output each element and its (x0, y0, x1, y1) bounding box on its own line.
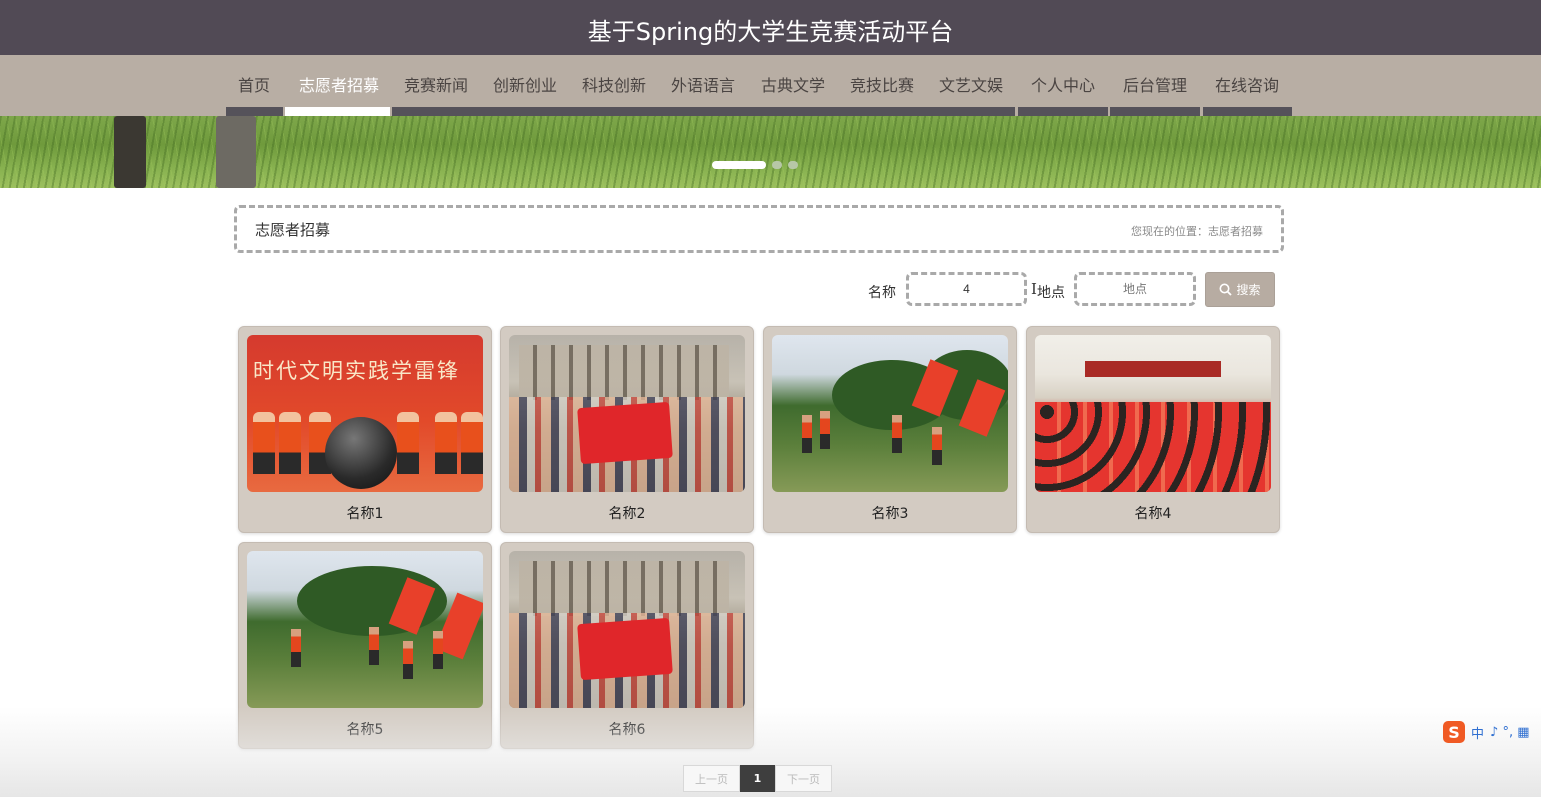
recruit-card[interactable]: 名称2 (500, 326, 754, 533)
site-header: 基于Spring的大学生竞赛活动平台 (0, 0, 1541, 55)
pagination: 上一页 1 下一页 (683, 765, 832, 792)
nav-underline (1203, 107, 1292, 116)
card-caption[interactable]: 名称4 (1027, 503, 1279, 523)
card-caption[interactable]: 名称6 (501, 719, 753, 739)
nav-underline-active (285, 107, 390, 116)
card-caption[interactable]: 名称2 (501, 503, 753, 523)
nav-item-home[interactable]: 首页 (238, 72, 270, 95)
section-title: 志愿者招募 (255, 221, 331, 239)
banner-tree (216, 116, 256, 188)
search-icon (1219, 283, 1233, 296)
recruit-card[interactable]: 名称6 (500, 542, 754, 749)
volunteer-group-photo[interactable] (509, 335, 745, 492)
volunteer-hall-meeting-photo[interactable] (1035, 335, 1271, 492)
volunteer-park-cleanup-photo[interactable] (247, 551, 483, 708)
carousel-dot[interactable] (772, 161, 782, 169)
recruit-card[interactable]: 时代文明实践学雷锋 名称1 (238, 326, 492, 533)
carousel-indicators (712, 161, 798, 169)
volunteer-group-photo[interactable] (509, 551, 745, 708)
recruit-card[interactable]: 名称4 (1026, 326, 1280, 533)
site-title: 基于Spring的大学生竞赛活动平台 (587, 18, 954, 46)
nav-item-contest[interactable]: 竞技比赛 (850, 72, 914, 95)
ime-toolbar[interactable]: S 中 ♪ °, ▦ (1443, 720, 1530, 744)
location-search-input[interactable] (1074, 272, 1196, 306)
nav-item-literature[interactable]: 古典文学 (761, 72, 825, 95)
recruit-card[interactable]: 名称3 (763, 326, 1017, 533)
sogou-logo-icon: S (1443, 721, 1465, 743)
section-header: 志愿者招募 您现在的位置：志愿者招募 (234, 205, 1284, 253)
nav-underline (1110, 107, 1200, 116)
carousel-dot[interactable] (788, 161, 798, 169)
carousel-dot[interactable] (712, 161, 766, 169)
breadcrumb: 您现在的位置：志愿者招募 (1131, 225, 1263, 238)
next-page-button[interactable]: 下一页 (775, 765, 832, 792)
nav-item-language[interactable]: 外语语言 (671, 72, 735, 95)
volunteer-ceremony-photo[interactable]: 时代文明实践学雷锋 (247, 335, 483, 492)
volunteer-park-cleanup-photo[interactable] (772, 335, 1008, 492)
recruit-card[interactable]: 名称5 (238, 542, 492, 749)
nav-underline (392, 107, 1015, 116)
name-search-input[interactable] (906, 272, 1027, 306)
nav-underline (226, 107, 283, 116)
card-caption[interactable]: 名称5 (239, 719, 491, 739)
nav-item-tech[interactable]: 科技创新 (582, 72, 646, 95)
banner-carousel[interactable] (0, 116, 1541, 188)
card-caption[interactable]: 名称1 (239, 503, 491, 523)
nav-underline (1018, 107, 1108, 116)
page-number-button[interactable]: 1 (740, 765, 775, 792)
nav-item-competition-news[interactable]: 竞赛新闻 (404, 72, 468, 95)
nav-item-consult[interactable]: 在线咨询 (1215, 72, 1279, 95)
nav-item-admin[interactable]: 后台管理 (1123, 72, 1187, 95)
nav-item-arts[interactable]: 文艺文娱 (939, 72, 1003, 95)
prev-page-button[interactable]: 上一页 (683, 765, 740, 792)
search-button-label: 搜索 (1236, 283, 1261, 297)
nav-item-user-center[interactable]: 个人中心 (1031, 72, 1095, 95)
nav-item-volunteer[interactable]: 志愿者招募 (299, 72, 379, 95)
location-label: 地点 (1037, 285, 1065, 301)
banner-tree (114, 116, 146, 188)
card-caption[interactable]: 名称3 (764, 503, 1016, 523)
ime-extra-icons[interactable]: ♪ °, ▦ (1490, 725, 1529, 740)
ime-mode-label[interactable]: 中 (1471, 723, 1484, 742)
nav-item-innovation[interactable]: 创新创业 (493, 72, 557, 95)
photo-banner-text: 时代文明实践学雷锋 (253, 359, 460, 383)
search-button[interactable]: 搜索 (1205, 272, 1275, 307)
name-label: 名称 (868, 285, 896, 301)
